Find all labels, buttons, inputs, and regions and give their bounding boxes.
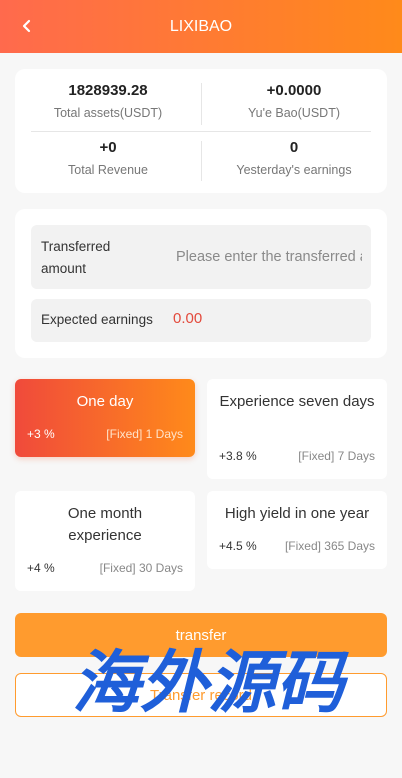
plan-rate: +4.5 % bbox=[219, 539, 257, 553]
divider bbox=[201, 141, 202, 181]
plan-one-year[interactable]: High yield in one year +4.5 % [Fixed] 36… bbox=[207, 491, 387, 569]
plan-name: One month experience bbox=[67, 505, 143, 544]
total-assets-stat: 1828939.28 Total assets(USDT) bbox=[15, 82, 201, 120]
plan-seven-days[interactable]: Experience seven days +3.8 % [Fixed] 7 D… bbox=[207, 379, 387, 479]
plan-one-month[interactable]: One month experience +4 % [Fixed] 30 Day… bbox=[15, 491, 195, 591]
plan-duration: [Fixed] 30 Days bbox=[99, 561, 183, 575]
yesterday-earnings-stat: 0 Yesterday's earnings bbox=[201, 139, 387, 177]
total-assets-value: 1828939.28 bbox=[68, 82, 148, 99]
transfer-form-card: Transferred amount Expected earnings 0.0… bbox=[15, 209, 387, 358]
chevron-left-icon bbox=[22, 19, 31, 33]
expected-earnings-label: Expected earnings bbox=[41, 312, 153, 327]
yesterday-earnings-label: Yesterday's earnings bbox=[236, 163, 352, 177]
amount-input[interactable] bbox=[176, 245, 362, 269]
yue-bao-label: Yu'e Bao(USDT) bbox=[247, 106, 340, 120]
transfer-button[interactable]: transfer bbox=[15, 613, 387, 657]
divider bbox=[201, 83, 202, 125]
yue-bao-value: +0.0000 bbox=[266, 82, 322, 99]
plan-name: One day bbox=[76, 393, 134, 410]
total-assets-label: Total assets(USDT) bbox=[53, 106, 163, 120]
expected-earnings-row: Expected earnings 0.00 bbox=[31, 299, 371, 342]
expected-earnings-value: 0.00 bbox=[173, 310, 203, 327]
plan-rate: +3.8 % bbox=[219, 449, 257, 463]
plan-rate: +4 % bbox=[27, 561, 55, 575]
total-revenue-label: Total Revenue bbox=[68, 163, 148, 177]
plan-name: High yield in one year bbox=[224, 505, 370, 522]
plan-duration: [Fixed] 7 Days bbox=[298, 449, 375, 463]
transfer-record-button[interactable]: Transfer record bbox=[15, 673, 387, 717]
amount-field: Transferred amount bbox=[31, 225, 371, 289]
amount-label: Transferred amount bbox=[41, 239, 111, 276]
yue-bao-stat: +0.0000 Yu'e Bao(USDT) bbox=[201, 82, 387, 120]
plan-rate: +3 % bbox=[27, 427, 55, 441]
asset-summary-card: 1828939.28 Total assets(USDT) +0.0000 Yu… bbox=[15, 69, 387, 193]
plan-name: Experience seven days bbox=[219, 393, 375, 410]
yesterday-earnings-value: 0 bbox=[289, 139, 299, 156]
plan-one-day[interactable]: One day +3 % [Fixed] 1 Days bbox=[15, 379, 195, 457]
plan-duration: [Fixed] 365 Days bbox=[284, 539, 375, 553]
back-button[interactable] bbox=[14, 12, 40, 40]
total-revenue-stat: +0 Total Revenue bbox=[15, 139, 201, 177]
page-title: LIXIBAO bbox=[169, 17, 233, 35]
top-app-bar: LIXIBAO bbox=[0, 0, 402, 53]
divider bbox=[31, 131, 371, 132]
plan-duration: [Fixed] 1 Days bbox=[106, 427, 183, 441]
total-revenue-value: +0 bbox=[99, 139, 117, 156]
